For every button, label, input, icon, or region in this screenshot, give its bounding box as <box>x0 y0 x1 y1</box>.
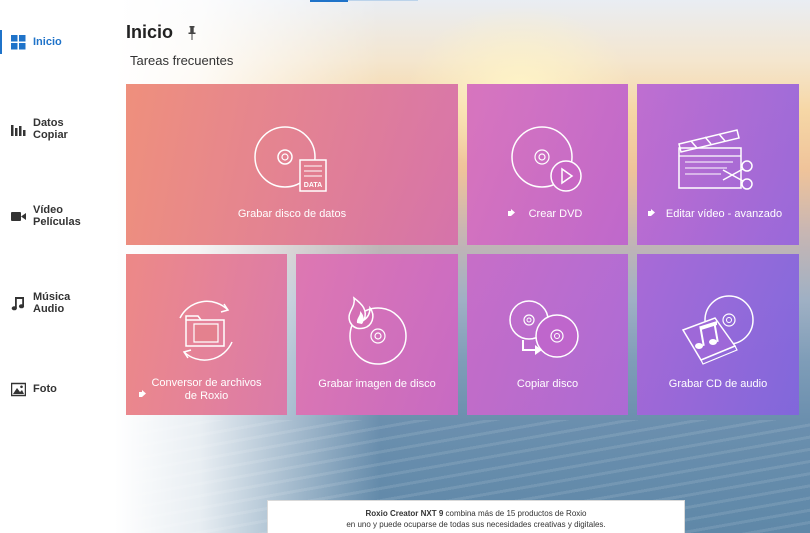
tile-label: Grabar imagen de disco <box>318 378 436 390</box>
promo-line-1: Roxio Creator NXT 9 combina más de 15 pr… <box>268 508 684 519</box>
tile-label: Conversor de archivos de Roxio <box>151 377 262 402</box>
bar-chart-icon <box>11 124 26 136</box>
sidebar-item-musica[interactable]: Música Audio <box>0 281 115 325</box>
sidebar: Inicio Datos Copiar Vídeo Películas Músi… <box>0 0 115 533</box>
top-accent-bar <box>310 0 348 2</box>
sidebar-item-label: Vídeo Películas <box>33 204 81 228</box>
promo-brand: Roxio Creator NXT 9 <box>365 509 444 518</box>
tile-copiar-disco[interactable]: Copiar disco <box>467 254 628 415</box>
promo-line-1-rest: combina más de 15 productos de Roxio <box>443 509 587 518</box>
sidebar-item-video[interactable]: Vídeo Películas <box>0 194 115 238</box>
promo-banner: Roxio Creator NXT 9 combina más de 15 pr… <box>267 500 685 533</box>
data-disc-icon: DATA <box>254 126 330 192</box>
tile-label: Grabar CD de audio <box>668 378 768 390</box>
sidebar-item-foto[interactable]: Foto <box>0 367 115 411</box>
burn-image-icon <box>342 296 412 366</box>
tile-label: Copiar disco <box>516 378 579 390</box>
section-title: Tareas frecuentes <box>130 53 234 68</box>
tile-crear-dvd[interactable]: Crear DVD <box>467 84 628 245</box>
sidebar-item-inicio[interactable]: Inicio <box>0 20 115 64</box>
sidebar-item-label: Música Audio <box>33 291 71 315</box>
clapperboard-scissors-icon <box>677 126 757 192</box>
tile-grabar-cd-audio[interactable]: Grabar CD de audio <box>637 254 799 415</box>
photo-icon <box>11 382 26 396</box>
tile-editar-video[interactable]: Editar vídeo - avanzado <box>637 84 799 245</box>
tile-conversor-archivos[interactable]: Conversor de archivos de Roxio <box>126 254 287 415</box>
sidebar-item-label: Datos Copiar <box>33 117 68 141</box>
tile-grabar-imagen[interactable]: Grabar imagen de disco <box>296 254 458 415</box>
data-doc-text: DATA <box>304 182 322 189</box>
audio-cd-icon <box>679 294 759 368</box>
tile-label: Crear DVD <box>528 208 583 220</box>
tile-grabar-disco-datos[interactable]: DATA Grabar disco de datos <box>126 84 458 245</box>
copy-disc-icon <box>509 298 585 364</box>
dvd-play-icon <box>509 126 585 192</box>
promo-line-2: en uno y puede ocuparse de todas sus nec… <box>346 520 606 529</box>
sidebar-item-label: Foto <box>33 383 57 395</box>
music-note-icon <box>11 296 25 310</box>
sidebar-item-datos[interactable]: Datos Copiar <box>0 107 115 151</box>
tile-label: Editar vídeo - avanzado <box>665 208 783 220</box>
video-camera-icon <box>11 211 26 221</box>
pin-icon[interactable] <box>187 26 197 40</box>
tile-label: Grabar disco de datos <box>237 208 347 220</box>
top-accent-bar-light <box>348 0 418 1</box>
folder-convert-icon <box>168 294 242 368</box>
sidebar-item-label: Inicio <box>33 36 62 48</box>
home-grid-icon <box>11 34 26 49</box>
page-title: Inicio <box>126 22 174 42</box>
